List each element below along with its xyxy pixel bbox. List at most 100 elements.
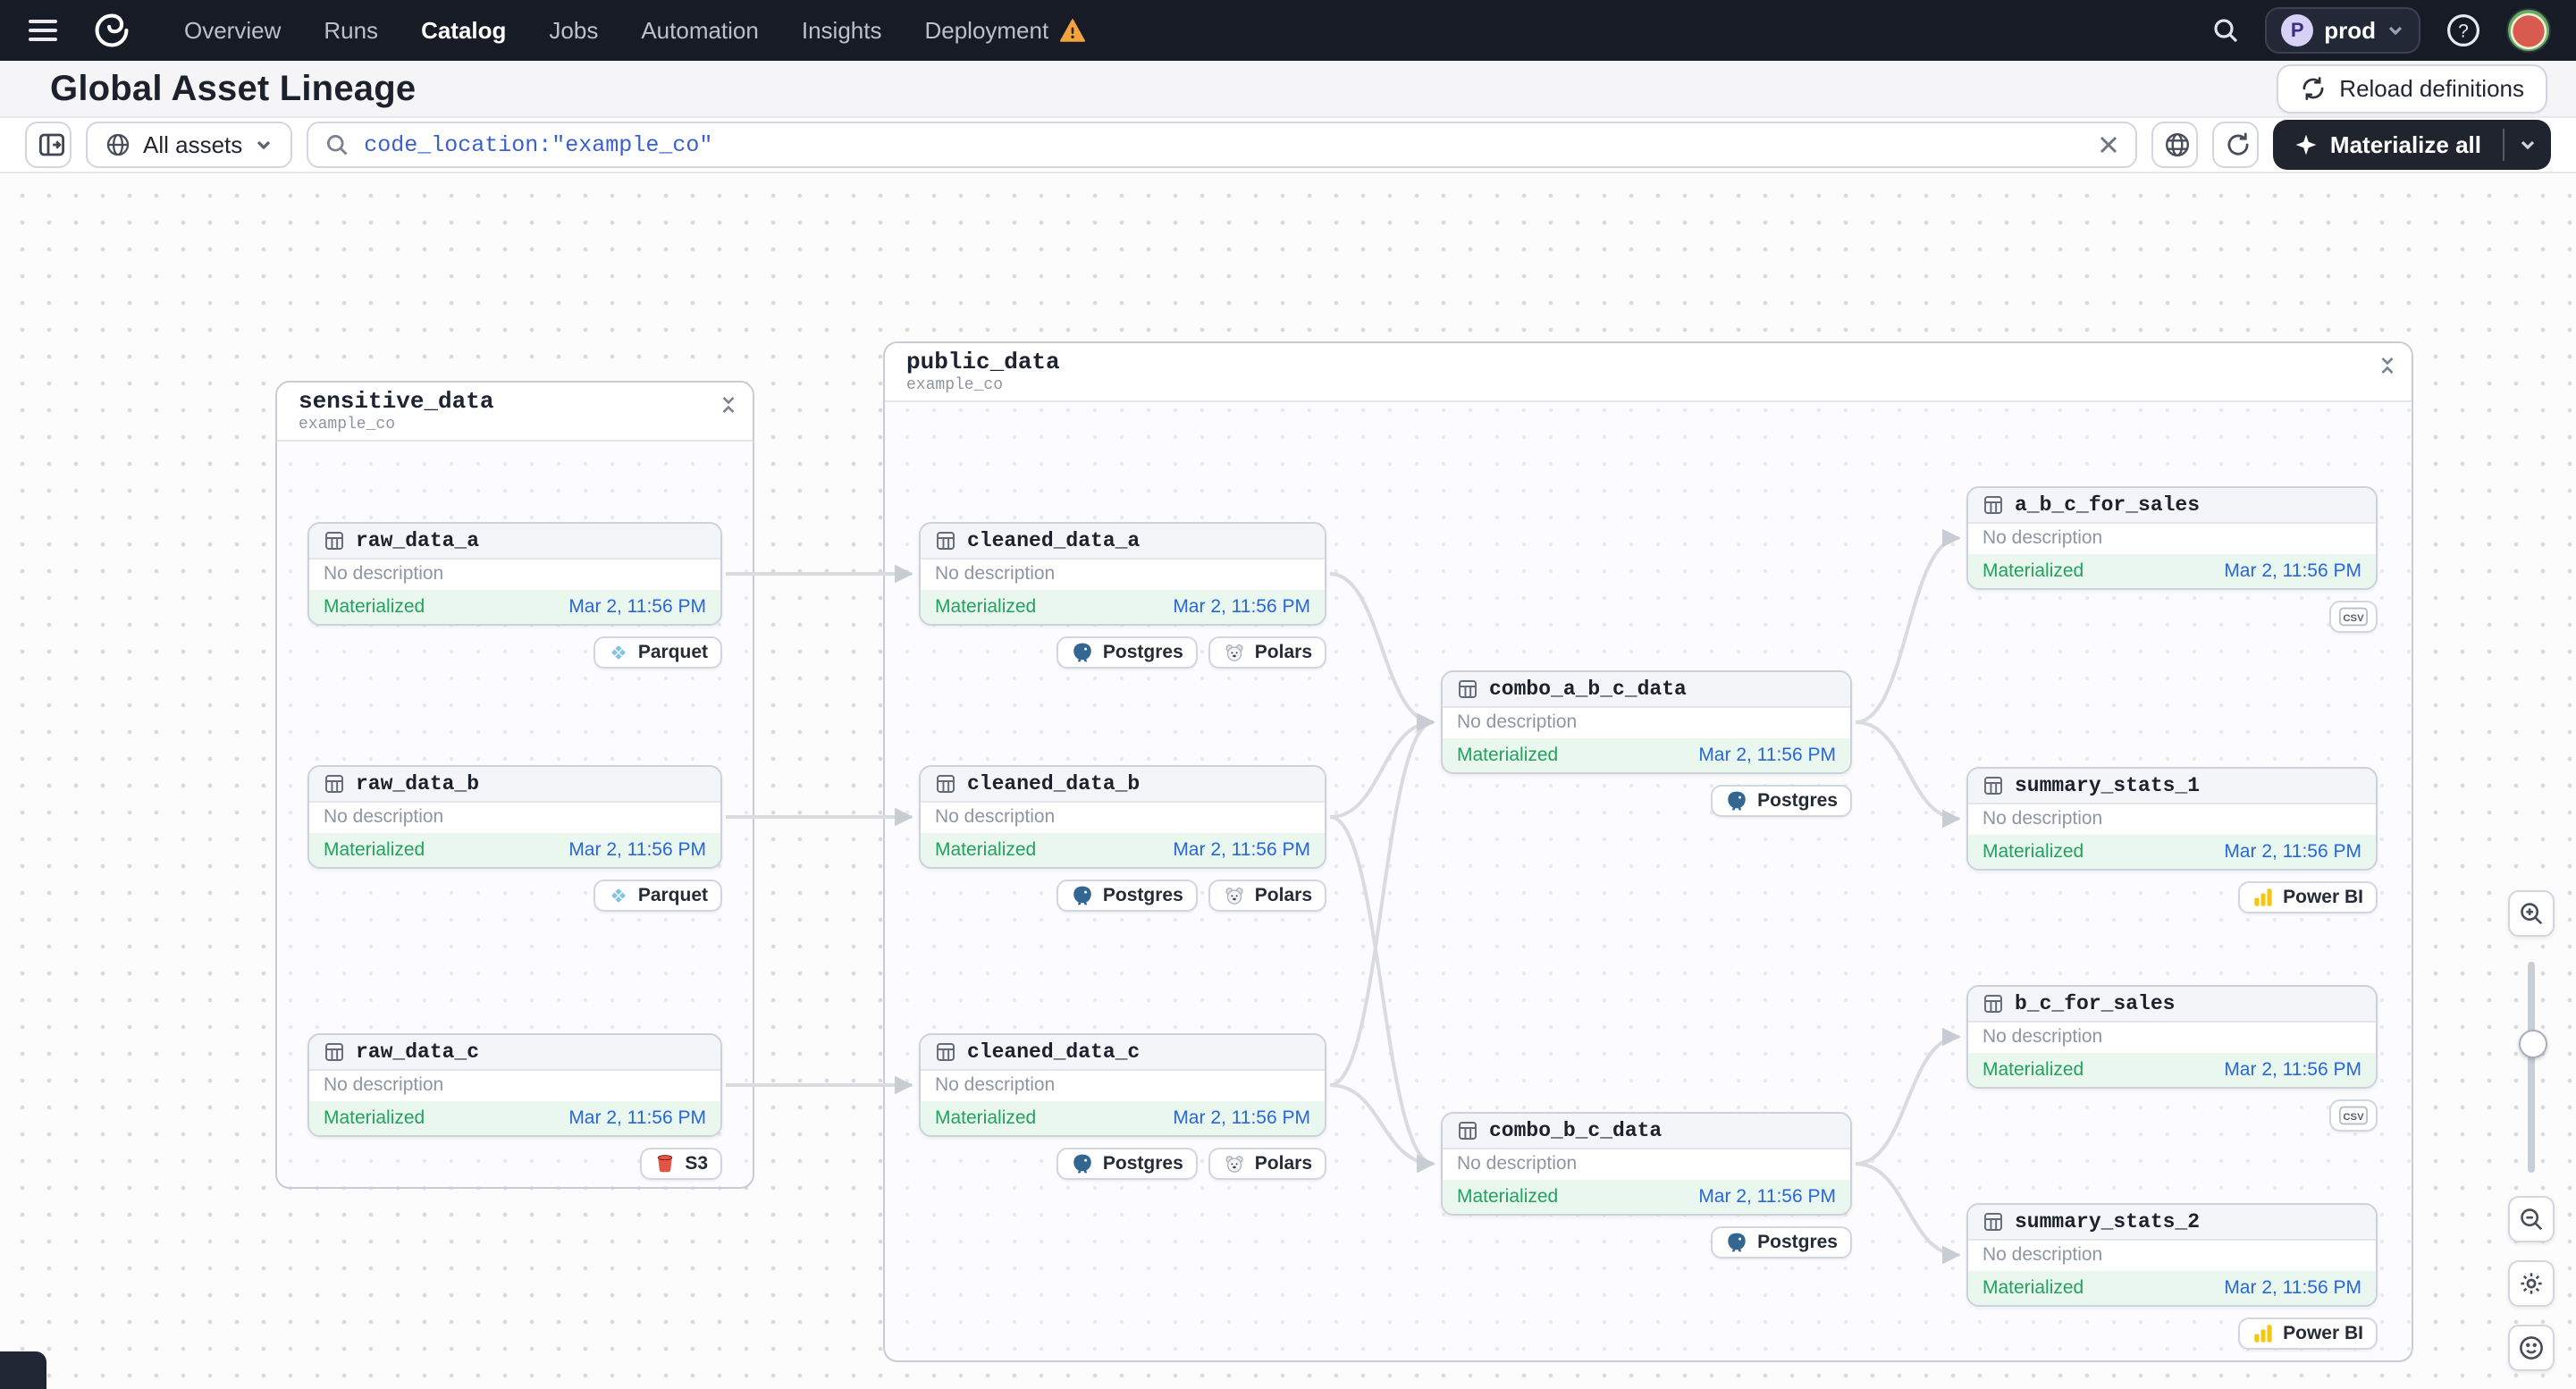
- tag-postgres[interactable]: Postgres: [1056, 1148, 1198, 1180]
- zoom-in-button[interactable]: [2508, 890, 2555, 937]
- dagster-logo-icon[interactable]: [89, 8, 134, 53]
- nav-item-jobs[interactable]: Jobs: [549, 17, 598, 45]
- asset-node-combo_a_b_c_data[interactable]: combo_a_b_c_data No description Materializ…: [1441, 670, 1852, 774]
- asset-node-summary_stats_2[interactable]: summary_stats_2 No description Materialize…: [1966, 1203, 2378, 1307]
- asset-node-cleaned_data_a[interactable]: cleaned_data_a No description Materialized…: [919, 522, 1326, 626]
- top-nav: Overview Runs Catalog Jobs Automation In…: [0, 0, 2576, 61]
- zoom-slider[interactable]: [2508, 951, 2555, 1183]
- asset-node-b_c_for_sales[interactable]: b_c_for_sales No description Materialized M…: [1966, 985, 2378, 1089]
- asset-tag-row: Power BI: [1966, 1317, 2378, 1350]
- page-header: Global Asset Lineage Reload definitions: [0, 61, 2576, 118]
- asset-node-header: raw_data_b: [309, 767, 720, 803]
- asset-node-header: combo_b_c_data: [1443, 1114, 1850, 1149]
- asset-scope-dropdown[interactable]: All assets: [86, 122, 293, 168]
- tag-s3[interactable]: S3: [640, 1148, 722, 1180]
- search-input[interactable]: [364, 131, 2084, 158]
- asset-node-raw_data_c[interactable]: raw_data_c No description Materialized Mar …: [307, 1033, 722, 1137]
- graph-settings-gear-button[interactable]: [2508, 1260, 2555, 1307]
- asset-description: No description: [324, 806, 444, 827]
- tag-postgres[interactable]: Postgres: [1711, 785, 1852, 817]
- nav-item-catalog[interactable]: Catalog: [421, 17, 506, 45]
- asset-status-row: Materialized Mar 2, 11:56 PM: [1968, 1271, 2376, 1305]
- asset-name: cleaned_data_b: [967, 772, 1141, 796]
- feedback-button[interactable]: [2508, 1325, 2555, 1371]
- tag-label: Power BI: [2283, 1323, 2363, 1343]
- asset-node-header: combo_a_b_c_data: [1443, 672, 1850, 708]
- nav-item-runs[interactable]: Runs: [324, 17, 378, 45]
- svg-text:CSV: CSV: [2343, 613, 2364, 624]
- asset-node-cleaned_data_c[interactable]: cleaned_data_c No description Materialized…: [919, 1033, 1326, 1137]
- zoom-slider-track: [2528, 962, 2535, 1173]
- refresh-button[interactable]: [2211, 122, 2259, 168]
- table-icon: [1457, 678, 1478, 700]
- asset-status: Materialized: [1457, 1186, 1559, 1207]
- asset-name: cleaned_data_a: [967, 529, 1141, 552]
- asset-timestamp: Mar 2, 11:56 PM: [568, 596, 706, 617]
- asset-tag-row: Parquet: [307, 880, 722, 912]
- zoom-slider-thumb[interactable]: [2519, 1030, 2547, 1058]
- asset-status-row: Materialized Mar 2, 11:56 PM: [1443, 738, 1850, 772]
- asset-node-raw_data_a[interactable]: raw_data_a No description Materialized Mar …: [307, 522, 722, 626]
- asset-node-combo_b_c_data[interactable]: combo_b_c_data No description Materialized…: [1441, 1112, 1852, 1216]
- graph-filters-button[interactable]: [2151, 122, 2198, 168]
- reload-definitions-button[interactable]: Reload definitions: [2277, 63, 2547, 114]
- asset-status-row: Materialized Mar 2, 11:56 PM: [1443, 1180, 1850, 1214]
- tag-postgres[interactable]: Postgres: [1056, 636, 1198, 669]
- table-icon: [935, 530, 956, 551]
- asset-status: Materialized: [324, 596, 425, 617]
- tag-parquet[interactable]: Parquet: [593, 880, 722, 912]
- materialize-all-button[interactable]: Materialize all: [2273, 120, 2503, 170]
- deployment-switcher[interactable]: P prod: [2265, 7, 2420, 54]
- tag-polars[interactable]: Polars: [1208, 636, 1326, 669]
- materialize-options-caret[interactable]: [2504, 120, 2551, 170]
- asset-description: No description: [935, 563, 1056, 584]
- asset-status-row: Materialized Mar 2, 11:56 PM: [921, 1101, 1325, 1135]
- nav-item-insights[interactable]: Insights: [802, 17, 882, 45]
- deployment-name: prod: [2324, 16, 2376, 44]
- tag-csv[interactable]: CSV: [2329, 1099, 2378, 1132]
- group-title: sensitive_data: [299, 388, 494, 415]
- asset-node-header: cleaned_data_c: [921, 1035, 1325, 1071]
- tag-csv[interactable]: CSV: [2329, 601, 2378, 633]
- asset-node-a_b_c_for_sales[interactable]: a_b_c_for_sales No description Materialize…: [1966, 486, 2378, 590]
- nav-item-automation[interactable]: Automation: [641, 17, 759, 45]
- lineage-canvas[interactable]: sensitive_data example_co public_data examp…: [0, 173, 2576, 1389]
- nav-item-overview[interactable]: Overview: [184, 17, 281, 45]
- tag-power-bi[interactable]: Power BI: [2238, 1317, 2378, 1350]
- table-icon: [324, 773, 345, 795]
- asset-node-header: b_c_for_sales: [1968, 987, 2376, 1023]
- asset-tag-row: Postgres Polars: [919, 880, 1326, 912]
- tag-label: Parquet: [637, 642, 708, 662]
- asset-description: No description: [1457, 1153, 1578, 1174]
- tag-polars[interactable]: Polars: [1208, 880, 1326, 912]
- asset-tag-row: Parquet: [307, 636, 722, 669]
- tag-label: Postgres: [1102, 642, 1183, 662]
- tag-postgres[interactable]: Postgres: [1711, 1226, 1852, 1259]
- tag-polars[interactable]: Polars: [1208, 1148, 1326, 1180]
- asset-node-cleaned_data_b[interactable]: cleaned_data_b No description Materialized…: [919, 765, 1326, 869]
- user-avatar[interactable]: [2506, 8, 2551, 53]
- tag-power-bi[interactable]: Power BI: [2238, 881, 2378, 913]
- asset-status: Materialized: [1457, 745, 1559, 765]
- asset-status: Materialized: [935, 1107, 1037, 1128]
- open-asset-panel-button[interactable]: [25, 122, 72, 168]
- search-icon[interactable]: [2211, 16, 2240, 45]
- tag-label: Postgres: [1757, 1232, 1838, 1252]
- group-header: public_data example_co: [885, 343, 2412, 402]
- asset-node-summary_stats_1[interactable]: summary_stats_1 No description Materialize…: [1966, 767, 2378, 871]
- collapse-group-icon[interactable]: [2378, 356, 2397, 375]
- asset-timestamp: Mar 2, 11:56 PM: [2224, 1277, 2361, 1298]
- zoom-out-button[interactable]: [2508, 1196, 2555, 1242]
- clear-search-icon[interactable]: [2098, 134, 2119, 156]
- asset-node-raw_data_b[interactable]: raw_data_b No description Materialized Mar …: [307, 765, 722, 869]
- asset-status: Materialized: [1983, 560, 2084, 581]
- nav-item-deployment[interactable]: Deployment: [924, 17, 1048, 45]
- globe-icon: [105, 132, 130, 157]
- collapse-group-icon[interactable]: [719, 395, 738, 415]
- help-icon[interactable]: ?: [2446, 13, 2481, 48]
- tag-postgres[interactable]: Postgres: [1056, 880, 1198, 912]
- materialize-all-label: Materialize all: [2329, 130, 2481, 158]
- hamburger-menu-button[interactable]: [25, 13, 61, 48]
- tag-parquet[interactable]: Parquet: [593, 636, 722, 669]
- canvas-corner-button[interactable]: [0, 1351, 46, 1389]
